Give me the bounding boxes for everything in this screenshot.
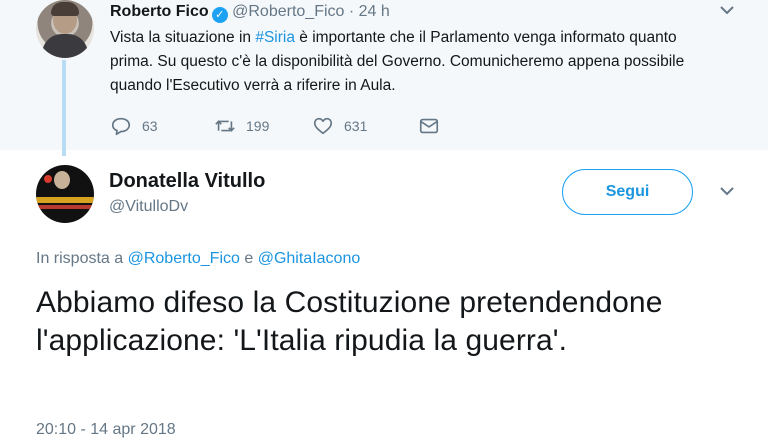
envelope-icon xyxy=(419,118,439,134)
retweet-icon xyxy=(215,120,235,132)
avatar-detail xyxy=(44,175,52,183)
hashtag-link[interactable]: #Siria xyxy=(255,29,295,46)
replying-to: In risposta a @Roberto_Fico e @GhitaIaco… xyxy=(36,250,360,268)
chevron-down-icon[interactable] xyxy=(720,2,734,18)
parent-tweet-text: Vista la situazione in #Siria è importan… xyxy=(110,26,710,98)
like-button[interactable]: 631 xyxy=(312,115,418,137)
thread-connector-line xyxy=(62,60,66,156)
tweet-time[interactable]: 24 h xyxy=(359,3,390,20)
avatar-figure xyxy=(54,171,70,189)
retweet-count: 199 xyxy=(246,118,270,134)
tweet-text-part: Vista la situazione in xyxy=(110,29,256,46)
chevron-down-icon[interactable] xyxy=(720,183,734,199)
avatar[interactable] xyxy=(36,0,94,58)
avatar-hair xyxy=(51,2,79,16)
verified-badge-icon: ✓ xyxy=(211,7,228,23)
reply-button[interactable]: 63 xyxy=(110,115,214,137)
author-handle[interactable]: @VitulloDv xyxy=(109,198,188,216)
heart-icon xyxy=(313,117,333,135)
avatar-body xyxy=(42,34,88,58)
tweet-timestamp[interactable]: 20:10 - 14 apr 2018 xyxy=(36,421,176,439)
follow-button[interactable]: Segui xyxy=(562,169,693,215)
tweet-actions: 63 199 631 xyxy=(110,113,450,139)
avatar-detail xyxy=(36,205,94,209)
retweet-button[interactable]: 199 xyxy=(214,115,312,137)
reply-count: 63 xyxy=(142,118,158,134)
mention-link[interactable]: @GhitaIacono xyxy=(258,250,361,267)
parent-tweet-header: Roberto Fico ✓ @Roberto_Fico · 24 h xyxy=(110,3,390,23)
reply-prefix: In risposta a xyxy=(36,250,124,267)
author-handle[interactable]: @Roberto_Fico xyxy=(232,3,344,20)
author-name[interactable]: Roberto Fico xyxy=(110,3,209,20)
author-name[interactable]: Donatella Vitullo xyxy=(109,170,265,193)
parent-tweet[interactable]: Roberto Fico ✓ @Roberto_Fico · 24 h Vista… xyxy=(0,0,768,150)
like-count: 631 xyxy=(344,118,368,134)
separator: · xyxy=(348,3,355,20)
reply-icon xyxy=(111,117,131,136)
mention-link[interactable]: @Roberto_Fico xyxy=(128,250,240,267)
avatar[interactable] xyxy=(36,165,94,223)
avatar-detail xyxy=(36,197,94,203)
reply-conjunction: e xyxy=(244,250,254,267)
main-tweet-text: Abbiamo difeso la Costituzione pretenden… xyxy=(36,286,663,357)
direct-message-button[interactable] xyxy=(418,115,450,137)
